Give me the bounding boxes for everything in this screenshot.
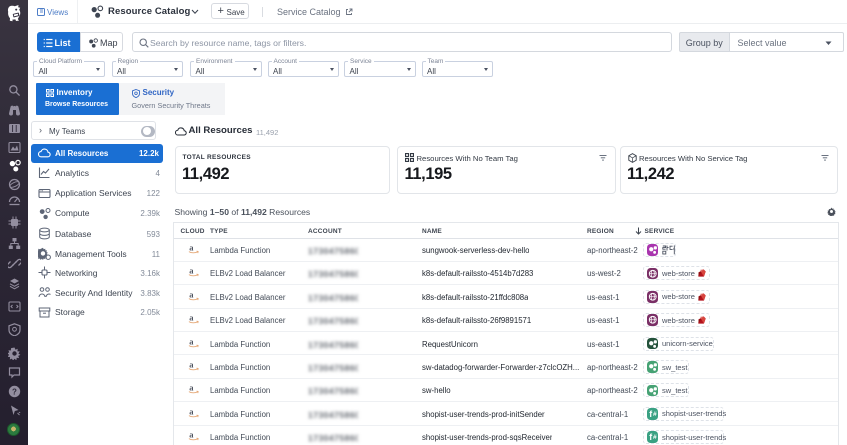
svg-text:a: a xyxy=(189,337,194,347)
svg-text:?: ? xyxy=(12,387,17,396)
svg-text:a: a xyxy=(189,313,194,323)
svg-text:a: a xyxy=(189,266,194,276)
svg-text:a: a xyxy=(189,383,194,393)
svg-text:a: a xyxy=(189,430,194,440)
svg-text:a: a xyxy=(189,407,194,417)
svg-text:a: a xyxy=(189,290,194,300)
svg-text:#: # xyxy=(653,411,657,418)
svg-text:a: a xyxy=(189,360,194,370)
svg-text:#: # xyxy=(653,434,657,441)
svg-text:f: f xyxy=(649,409,652,419)
svg-text:f: f xyxy=(649,432,652,442)
svg-text:a: a xyxy=(189,243,194,253)
